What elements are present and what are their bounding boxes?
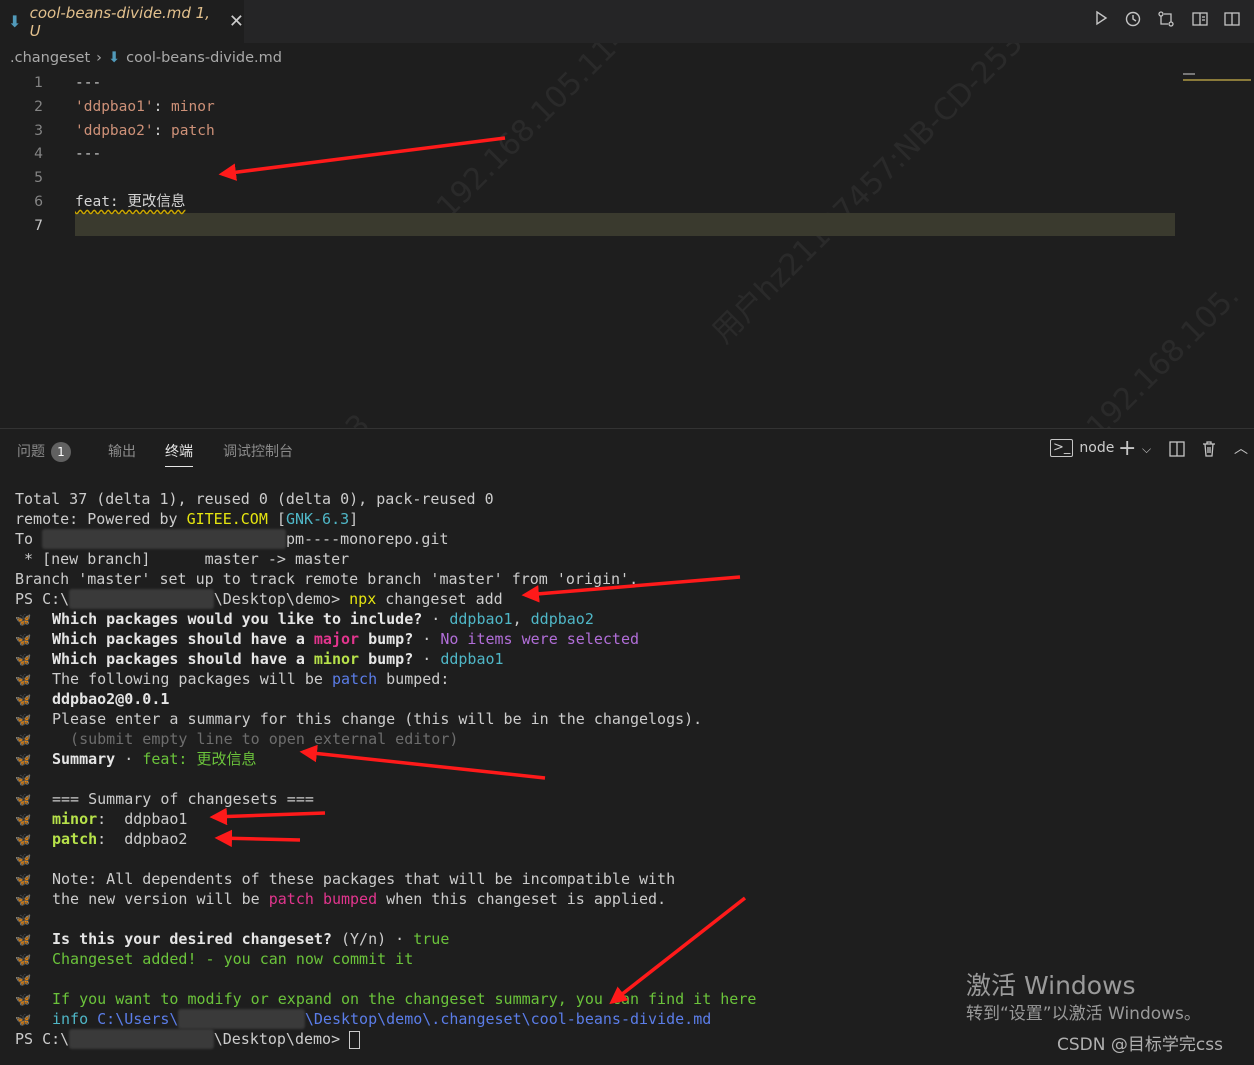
history-icon[interactable] (1122, 10, 1144, 32)
minimap[interactable] (1183, 73, 1251, 81)
run-icon[interactable] (1090, 10, 1112, 32)
terminal-line: 🦋 patch: ddpbao2 (15, 830, 188, 848)
tab-terminal[interactable]: 终端 (165, 441, 193, 467)
butterfly-icon: 🦋 (15, 1013, 32, 1028)
trash-icon[interactable] (1200, 438, 1218, 460)
terminal-line: 🦋 ddpbao2@0.0.1 (15, 690, 170, 708)
butterfly-icon: 🦋 (15, 993, 32, 1008)
editor-tab-bar: ⬇ cool-beans-divide.md 1, U ✕ (0, 0, 1254, 43)
butterfly-icon: 🦋 (15, 673, 32, 688)
butterfly-icon: 🦋 (15, 873, 32, 888)
terminal-line: 🦋 the new version will be patch bumped wh… (15, 890, 667, 908)
bottom-panel: 问题 1 输出 终端 调试控制台 >_ node + ⌵ ︿ Total 37 (… (0, 428, 1254, 1060)
terminal-line: 🦋 minor: ddpbao1 (15, 810, 188, 828)
breadcrumb: .changeset › ⬇ cool-beans-divide.md (10, 48, 282, 68)
butterfly-icon: 🦋 (15, 653, 32, 668)
terminal-line: 🦋 Which packages would you like to includ… (15, 610, 594, 628)
butterfly-icon: 🦋 (15, 933, 32, 948)
tab-problems[interactable]: 问题 1 (17, 441, 71, 462)
butterfly-icon: 🦋 (15, 713, 32, 728)
butterfly-icon: 🦋 (15, 773, 32, 788)
open-preview-icon[interactable] (1189, 10, 1211, 32)
code-line: 1 --- (34, 75, 102, 91)
terminal-line: * [new branch] master -> master (15, 550, 350, 568)
butterfly-icon: 🦋 (15, 913, 32, 928)
csdn-watermark: CSDN @目标学完css (1057, 1035, 1223, 1055)
chevron-down-icon[interactable]: ⌵ (1142, 438, 1151, 460)
chevron-right-icon: › (96, 50, 102, 66)
terminal-line: 🦋 Which packages should have a major bump… (15, 630, 640, 648)
code-line: 6 feat: 更改信息 (34, 194, 186, 210)
code-line: 7 (34, 218, 43, 234)
windows-activation-notice: 激活 Windows 转到“设置”以激活 Windows。 (966, 971, 1201, 1024)
butterfly-icon: 🦋 (15, 833, 32, 848)
code-line: 4 --- (34, 146, 102, 162)
terminal-line: To xxxxxxxxxxxxxxxxxxxxxxxxxxxpm----mono… (15, 529, 449, 549)
terminal-line: Branch 'master' set up to track remote b… (15, 570, 639, 588)
panel-tabs: 问题 1 输出 终端 调试控制台 >_ node + ⌵ ︿ (0, 429, 1254, 469)
markdown-file-icon: ⬇ (107, 50, 121, 66)
terminal-line: remote: Powered by GITEE.COM [GNK-6.3] (15, 510, 359, 528)
problems-count-badge: 1 (51, 442, 71, 462)
chevron-up-icon[interactable]: ︿ (1234, 438, 1248, 460)
butterfly-icon: 🦋 (15, 953, 32, 968)
terminal-line: 🦋 Summary · feat: 更改信息 (15, 750, 257, 768)
terminal-prompt: PS C:\xxxxxxxxxxxxxxxx\Desktop\demo> npx… (15, 589, 503, 609)
breadcrumb-file[interactable]: cool-beans-divide.md (126, 50, 282, 66)
code-line: 5 (34, 170, 43, 186)
code-editor[interactable]: 1 --- 2 'ddpbao1': minor 3 'ddpbao2': pa… (0, 70, 1254, 425)
terminal-line: 🦋 Which packages should have a minor bump… (15, 650, 504, 668)
butterfly-icon: 🦋 (15, 633, 32, 648)
code-line: 3 'ddpbao2': patch (34, 123, 215, 139)
terminal-line: 🦋 (15, 769, 1245, 789)
add-terminal-icon[interactable]: + (1118, 438, 1136, 460)
terminal-line: 🦋 Note: All dependents of these packages … (15, 870, 676, 888)
terminal-line: Total 37 (delta 1), reused 0 (delta 0), … (15, 490, 494, 508)
code-line: 2 'ddpbao1': minor (34, 99, 215, 115)
terminal-icon: >_ (1050, 439, 1074, 457)
markdown-file-icon: ⬇ (8, 12, 22, 31)
butterfly-icon: 🦋 (15, 733, 32, 748)
editor-tab-active[interactable]: ⬇ cool-beans-divide.md 1, U ✕ (0, 0, 244, 43)
split-editor-icon[interactable] (1221, 10, 1243, 32)
terminal-line: 🦋 Is this your desired changeset? (Y/n) ·… (15, 930, 450, 948)
terminal-line: 🦋 (submit empty line to open external ed… (15, 730, 459, 748)
butterfly-icon: 🦋 (15, 613, 32, 628)
terminal-profile-selector[interactable]: >_ node (1050, 439, 1114, 457)
breadcrumb-folder[interactable]: .changeset (10, 50, 90, 66)
tab-debug-console[interactable]: 调试控制台 (223, 441, 293, 461)
terminal-line: 🦋 (15, 909, 1245, 929)
butterfly-icon: 🦋 (15, 853, 32, 868)
terminal-line: 🦋 Changeset added! - you can now commit i… (15, 950, 414, 968)
butterfly-icon: 🦋 (15, 753, 32, 768)
butterfly-icon: 🦋 (15, 813, 32, 828)
close-icon[interactable]: ✕ (229, 11, 244, 32)
butterfly-icon: 🦋 (15, 693, 32, 708)
terminal-line: 🦋 The following packages will be patch bu… (15, 670, 450, 688)
butterfly-icon: 🦋 (15, 793, 32, 808)
terminal-line: 🦋 (15, 849, 1245, 869)
terminal-cursor (349, 1030, 361, 1049)
terminal-line: 🦋 Please enter a summary for this change … (15, 710, 703, 728)
terminal-line: 🦋 === Summary of changesets === (15, 790, 314, 808)
tab-label: cool-beans-divide.md 1, U (29, 3, 210, 40)
butterfly-icon: 🦋 (15, 973, 32, 988)
split-terminal-icon[interactable] (1168, 438, 1186, 460)
tab-output[interactable]: 输出 (108, 441, 136, 461)
terminal-output[interactable]: Total 37 (delta 1), reused 0 (delta 0), … (15, 489, 1245, 1049)
butterfly-icon: 🦋 (15, 893, 32, 908)
compare-changes-icon[interactable] (1155, 10, 1177, 32)
